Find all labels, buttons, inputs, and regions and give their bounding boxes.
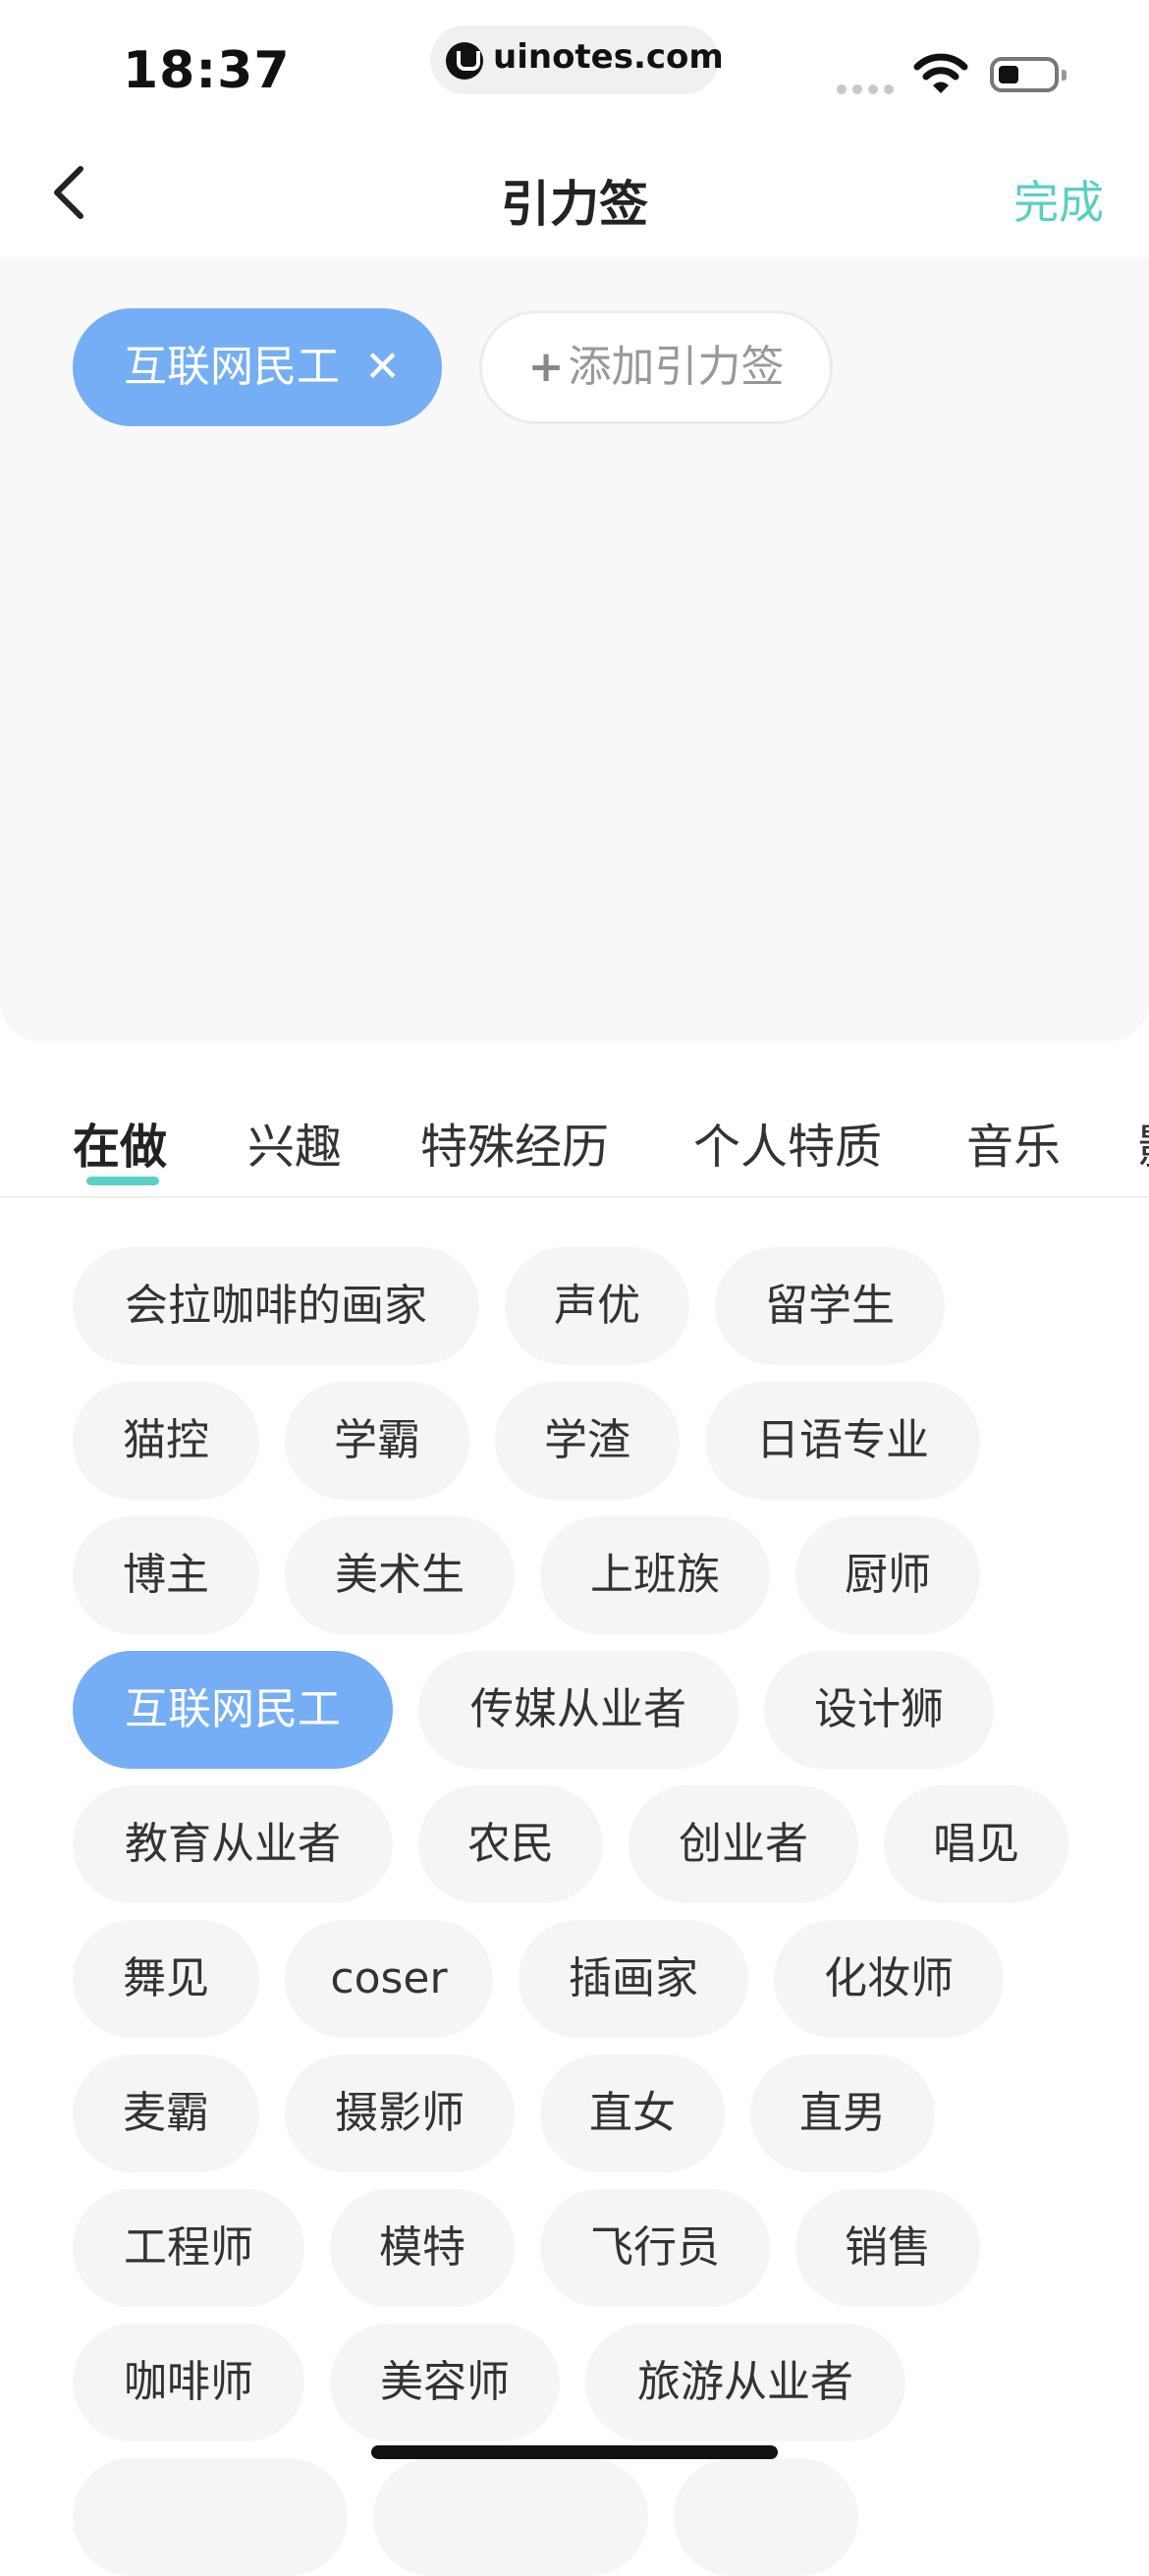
page-title: 引力签 [501,176,648,233]
plus-icon: + [527,342,565,392]
tag-chip[interactable]: 猫控 [73,1382,259,1500]
status-time: 18:37 [123,41,291,100]
add-tag-label: 添加引力签 [568,342,785,392]
tag-chip[interactable]: 唱见 [884,1785,1068,1903]
tag-chip[interactable]: 创业者 [629,1785,858,1903]
tag-chip[interactable]: coser [285,1920,493,2038]
tag-chip[interactable]: 舞见 [73,1920,259,2038]
tag-chip[interactable]: 留学生 [715,1247,945,1365]
active-tab-indicator [86,1177,159,1185]
tag-chip[interactable]: 农民 [418,1785,603,1903]
nav-bar: 引力签 完成 [0,137,1149,255]
signal-icon [837,84,896,94]
tag-chip[interactable]: 上班族 [540,1516,770,1634]
tag-chip[interactable]: 博主 [73,1516,259,1634]
tag-chip[interactable]: 美容师 [330,2324,560,2441]
tab-special-experience[interactable]: 特殊经历 [420,1108,609,1177]
tag-chip[interactable]: 学霸 [285,1382,469,1500]
url-text: uinotes.com [493,37,724,77]
tag-chip[interactable]: 设计狮 [764,1651,994,1769]
tag-chip[interactable]: 咖啡师 [73,2324,304,2441]
wifi-icon [913,53,968,93]
tag-chip[interactable]: 教育从业者 [73,1785,393,1903]
selected-tag-label: 互联网民工 [124,342,340,392]
home-indicator [371,2445,778,2459]
tag-chip[interactable]: 声优 [505,1247,689,1365]
done-button[interactable]: 完成 [1013,167,1104,232]
battery-icon [990,57,1067,92]
tag-chip[interactable]: 插画家 [519,1920,748,2038]
tag-chip[interactable]: 厨师 [795,1516,980,1634]
tab-more[interactable]: 影 [1137,1108,1149,1177]
tag-chip[interactable]: 模特 [330,2189,515,2307]
tag-chip[interactable]: 旅游从业者 [585,2324,905,2441]
category-tabs: 在做 兴趣 特殊经历 个人特质 音乐 影 [0,1088,1149,1198]
tag-chip[interactable]: 工程师 [73,2189,304,2307]
tab-doing[interactable]: 在做 [73,1108,167,1177]
tag-chip[interactable]: 化妆师 [774,1920,1004,2038]
tag-chip[interactable]: 美术生 [285,1516,515,1634]
tag-chip[interactable]: 传媒从业者 [418,1651,739,1769]
tag-chip-partial[interactable] [373,2458,648,2576]
add-tag-button[interactable]: +添加引力签 [479,310,833,424]
selected-tags-panel: 互联网民工 ✕ +添加引力签 [0,257,1149,1041]
tag-chip[interactable]: 日语专业 [705,1382,980,1500]
tag-chip[interactable]: 直女 [540,2055,725,2172]
selected-tag-chip[interactable]: 互联网民工 ✕ [73,308,442,426]
tab-music[interactable]: 音乐 [966,1108,1061,1177]
close-icon[interactable]: ✕ [364,308,401,426]
tag-chip-selected[interactable]: 互联网民工 [73,1651,393,1769]
tag-chip[interactable]: 会拉咖啡的画家 [73,1247,479,1365]
tag-chip-partial[interactable] [674,2458,858,2576]
tag-chip[interactable]: 麦霸 [73,2055,259,2172]
tag-chip[interactable]: 飞行员 [540,2189,770,2307]
tag-chip[interactable]: 销售 [795,2189,980,2307]
tab-interests[interactable]: 兴趣 [247,1108,342,1177]
tag-chip[interactable]: 学渣 [495,1382,680,1500]
tab-personal-traits[interactable]: 个人特质 [693,1108,882,1177]
url-pill[interactable]: uinotes.com [430,26,724,94]
site-logo-icon [446,42,483,80]
tag-chip-partial[interactable] [73,2458,348,2576]
tag-chip[interactable]: 直男 [750,2055,935,2172]
tag-chip[interactable]: 摄影师 [285,2055,515,2172]
status-bar: 18:37 uinotes.com [0,0,1149,128]
